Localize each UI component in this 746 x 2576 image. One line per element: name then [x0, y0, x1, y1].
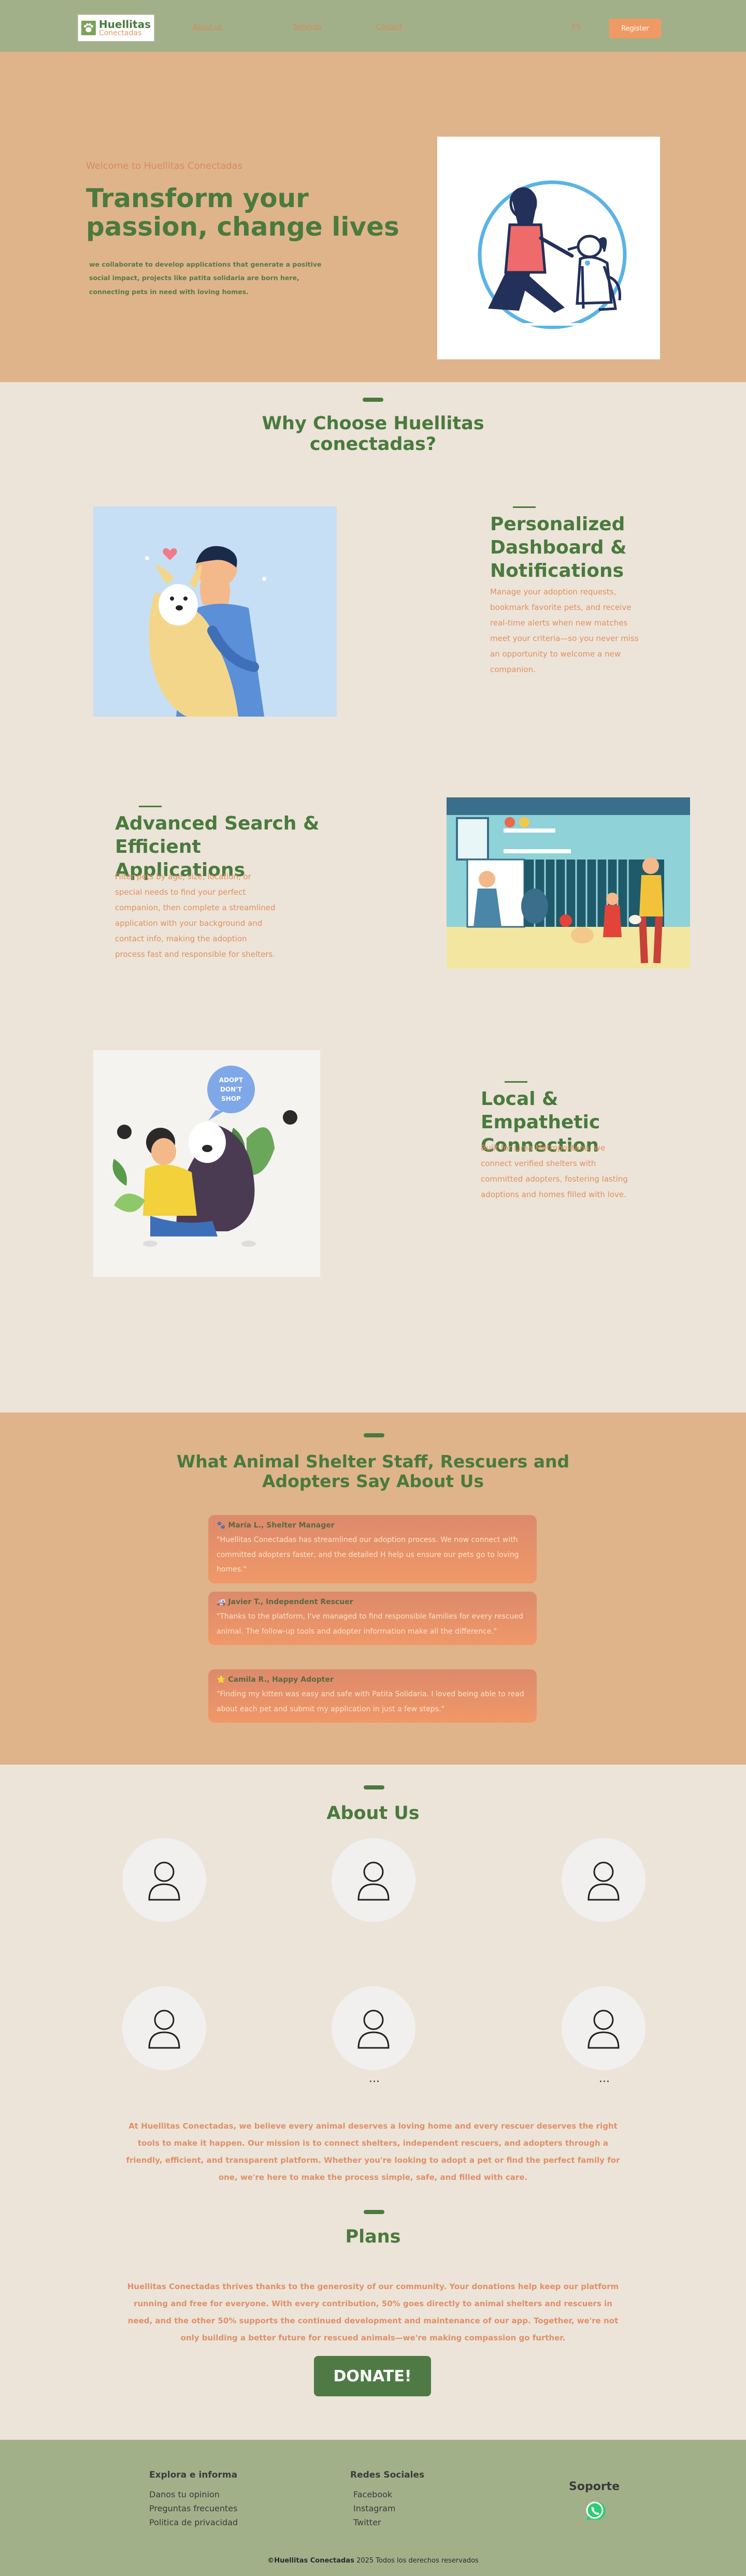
avatar	[332, 1838, 415, 1922]
section-divider	[364, 2210, 384, 2214]
avatar	[562, 1986, 645, 2070]
nav-link-about[interactable]: About us	[193, 23, 223, 31]
user-icon	[148, 2010, 180, 2049]
about-title: About Us	[326, 1803, 420, 1824]
whatsapp-icon[interactable]	[582, 2498, 607, 2523]
user-icon	[148, 1861, 180, 1901]
footer-explore-title: Explora e informa	[149, 2470, 238, 2480]
nav-link-services[interactable]: Services	[293, 23, 322, 31]
user-icon	[357, 2010, 390, 2049]
section-divider	[364, 1785, 384, 1789]
footer-social-title: Redes Sociales	[350, 2470, 425, 2480]
register-button[interactable]: Register	[609, 19, 661, 38]
footer-link-faq[interactable]: Preguntas frecuentes	[149, 2502, 238, 2514]
donate-button[interactable]: DONATE!	[314, 2356, 431, 2396]
hero-kicker: Welcome to Huellitas Conectadas	[86, 161, 242, 171]
footer-link-instagram[interactable]: Instagram	[353, 2502, 395, 2514]
footer-link-feedback[interactable]: Danos tu opinion	[149, 2488, 238, 2500]
hero-description: we collaborate to develop applications t…	[89, 260, 322, 296]
adopt-badge-text: ADOPT	[219, 1076, 243, 1084]
hero-title: Transform your passion, change lives	[86, 183, 399, 242]
adopt-badge-text: DON'T	[220, 1086, 242, 1093]
feature-title-dashboard: Personalized Dashboard & Notifications	[490, 514, 627, 581]
footer-link-twitter[interactable]: Twitter	[353, 2516, 395, 2528]
logo-subtitle: Conectadas	[98, 29, 142, 37]
avatar	[122, 1986, 206, 2070]
feature-image-shelter	[447, 797, 690, 968]
user-icon	[357, 1861, 390, 1901]
footer-link-facebook[interactable]: Facebook	[353, 2488, 395, 2500]
avatar	[332, 1986, 415, 2070]
avatar	[562, 1838, 645, 1922]
adopt-badge-text: SHOP	[221, 1095, 241, 1102]
avatar-caption: ...	[599, 2072, 610, 2085]
feature-image-hug	[93, 506, 337, 717]
about-text: At Huellitas Conectadas, we believe ever…	[126, 2121, 620, 2182]
testimonial-card: 🚑 Javier T., Independent Rescuer "Thanks…	[208, 1592, 537, 1646]
about-section: About Us ... ... At Huellitas Conectadas…	[0, 1765, 746, 2440]
why-title: Why Choose Huellitas conectadas?	[262, 413, 484, 455]
testimonial-card: 🐾 María L., Shelter Manager "Huellitas C…	[208, 1515, 537, 1584]
avatar	[122, 1838, 206, 1922]
feature-divider	[505, 1081, 527, 1083]
paw-logo-icon	[81, 21, 96, 35]
plans-text: Huellitas Conectadas thrives thanks to t…	[127, 2282, 619, 2342]
footer-support-title: Soporte	[569, 2480, 620, 2493]
feature-divider	[513, 506, 536, 508]
section-divider	[364, 1433, 384, 1437]
star-icon: ⭐	[217, 1676, 226, 1684]
testimonial-quote: "Huellitas Conectadas has streamlined ou…	[217, 1536, 519, 1574]
testimonials-title: What Animal Shelter Staff, Rescuers and …	[176, 1451, 570, 1491]
plans-title: Plans	[345, 2226, 401, 2247]
logo-title: Huellitas	[98, 18, 151, 31]
feature-image-adopt: ADOPT DON'T SHOP	[93, 1050, 320, 1277]
woman-with-dog-illustration	[474, 180, 629, 329]
logo[interactable]: Huellitas Conectadas	[78, 14, 154, 41]
section-divider	[363, 398, 383, 402]
testimonial-quote: "Thanks to the platform, I've managed to…	[217, 1612, 523, 1636]
footer-link-privacy[interactable]: Politica de privacidad	[149, 2516, 238, 2528]
ambulance-icon: 🚑	[217, 1598, 226, 1606]
footer-social-list: Facebook Instagram Twitter	[353, 2488, 395, 2529]
feature-text-local: Built for Lima Metropolitana, we connect…	[481, 1143, 628, 1199]
paw-icon: 🐾	[217, 1521, 226, 1530]
why-choose-section: Why Choose Huellitas conectadas? Persona…	[0, 382, 746, 1413]
testimonial-author: 🚑 Javier T., Independent Rescuer	[217, 1598, 353, 1606]
hero-section: Welcome to Huellitas Conectadas Transfor…	[0, 52, 746, 382]
footer-explore-list: Danos tu opinion Preguntas frecuentes Po…	[149, 2488, 238, 2529]
top-navbar: Huellitas Conectadas About us Services C…	[0, 0, 746, 52]
copyright: ©Huellitas Conectadas 2025 Todos los der…	[267, 2557, 479, 2565]
user-icon	[587, 2010, 620, 2049]
testimonial-author: 🐾 María L., Shelter Manager	[217, 1521, 335, 1530]
hero-illustration	[437, 137, 660, 359]
testimonial-card: ⭐ Camila R., Happy Adopter "Finding my k…	[208, 1669, 537, 1723]
user-icon	[587, 1861, 620, 1901]
testimonial-quote: "Finding my kitten was easy and safe wit…	[217, 1690, 524, 1713]
feature-text-dashboard: Manage your adoption requests, bookmark …	[490, 587, 639, 674]
feature-text-search: Filter pets by age, size, location, or s…	[115, 872, 276, 959]
testimonial-author: ⭐ Camila R., Happy Adopter	[217, 1676, 334, 1684]
testimonials-section: What Animal Shelter Staff, Rescuers and …	[0, 1413, 746, 1765]
feature-divider	[139, 806, 162, 807]
footer: Explora e informa Danos tu opinion Pregu…	[0, 2440, 746, 2576]
avatar-caption: ...	[369, 2072, 380, 2085]
language-switch[interactable]: ES	[572, 23, 580, 31]
nav-link-contact[interactable]: Contact	[376, 23, 403, 31]
